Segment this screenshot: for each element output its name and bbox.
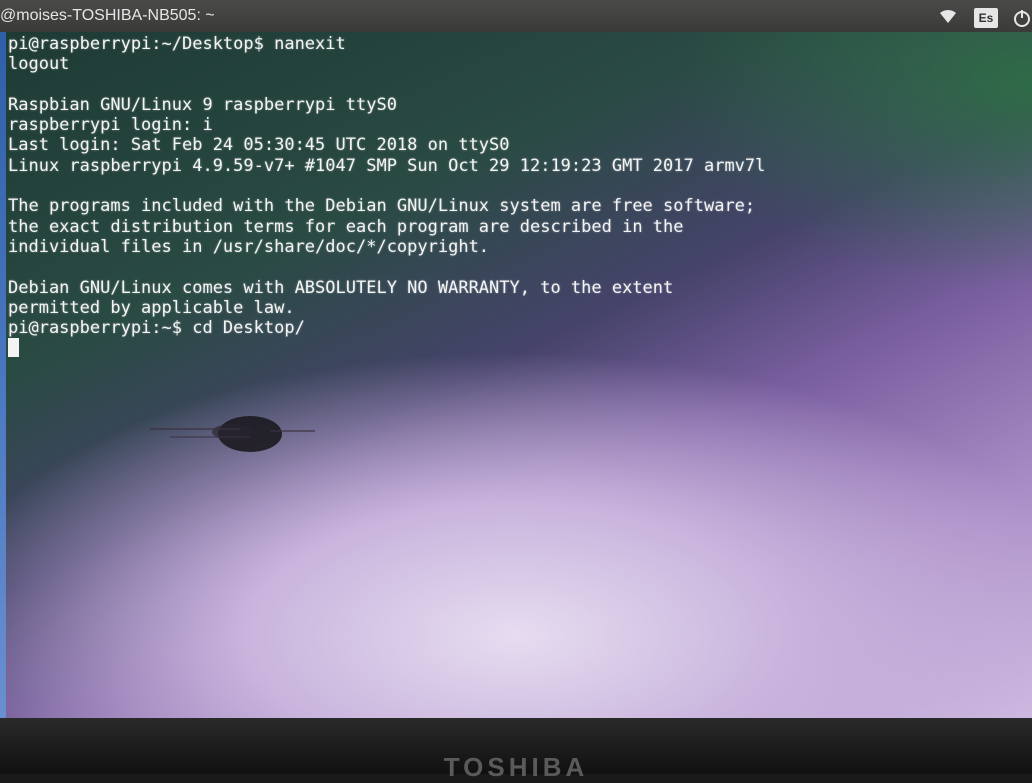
terminal-line: logout xyxy=(8,54,70,75)
brand-logo: TOSHIBA xyxy=(443,752,589,782)
top-panel: @moises-TOSHIBA-NB505: ~ Es xyxy=(0,0,1032,32)
laptop-bezel: TOSHIBA xyxy=(0,718,1032,782)
terminal-window[interactable]: pi@raspberrypi:~/Desktop$ nanexit logout R… xyxy=(0,32,1032,718)
terminal-output[interactable]: pi@raspberrypi:~/Desktop$ nanexit logout R… xyxy=(8,34,1018,338)
terminal-line: The programs included with the Debian GN… xyxy=(8,196,756,217)
screen-smudge xyxy=(150,416,315,452)
power-icon[interactable] xyxy=(1012,8,1032,28)
keyboard-language-indicator[interactable]: Es xyxy=(974,8,998,28)
terminal-line: individual files in /usr/share/doc/*/cop… xyxy=(8,236,490,257)
terminal-line: the exact distribution terms for each pr… xyxy=(8,216,684,237)
terminal-line: Debian GNU/Linux comes with ABSOLUTELY N… xyxy=(8,277,674,298)
terminal-cursor xyxy=(8,338,19,357)
launcher-edge xyxy=(0,32,6,718)
terminal-line: raspberrypi login: i xyxy=(8,115,213,136)
wifi-icon[interactable] xyxy=(938,7,958,25)
terminal-line: Linux raspberrypi 4.9.59-v7+ #1047 SMP S… xyxy=(8,155,766,176)
terminal-line: pi@raspberrypi:~/Desktop$ nanexit xyxy=(8,34,346,54)
terminal-line: pi@raspberrypi:~$ cd Desktop/ xyxy=(8,318,305,339)
terminal-line: permitted by applicable law. xyxy=(8,297,295,318)
terminal-line: Last login: Sat Feb 24 05:30:45 UTC 2018… xyxy=(8,135,510,156)
window-title: @moises-TOSHIBA-NB505: ~ xyxy=(0,7,215,24)
terminal-line: Raspbian GNU/Linux 9 raspberrypi ttyS0 xyxy=(8,94,397,115)
